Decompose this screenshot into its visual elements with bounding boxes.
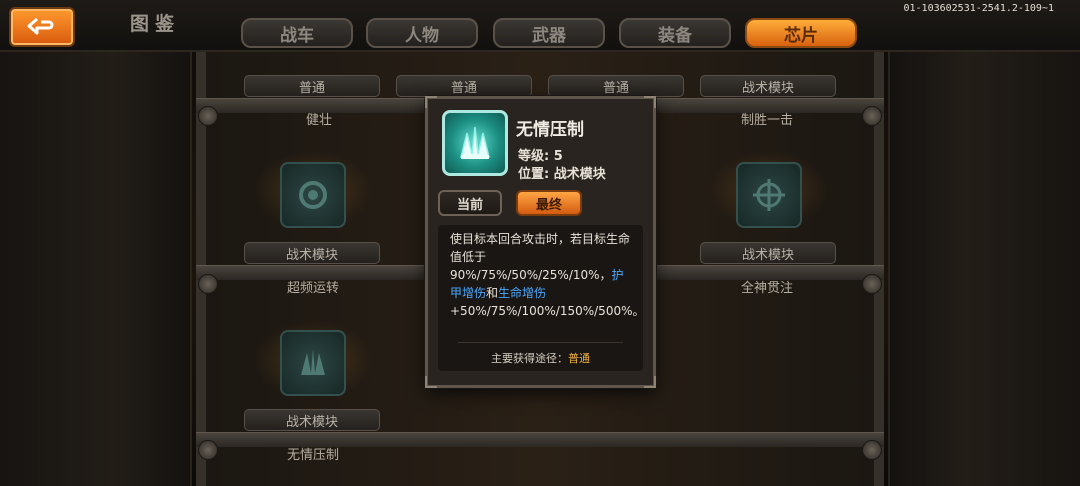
bolt [862,440,882,460]
chip-cell-icon[interactable] [736,162,802,228]
grid-cell-name: 制胜一击 [740,113,793,128]
grid-cell-name: 无情压制 [286,448,339,463]
chip-detail-popup: 无情压制 等级: 5 位置: 战术模块 当前 最终 使目标本回合攻击时，若目标生… [425,96,656,388]
chip-name: 无情压制 [516,120,584,140]
claw-chip-icon [301,349,325,375]
chip-cell-icon[interactable] [280,162,346,228]
chip-icon [442,110,508,176]
grid-cell-label[interactable]: 战术模块 [700,242,836,264]
right-wall [888,40,1080,486]
grid-cell-label[interactable]: 普通 [244,75,380,97]
chip-slot: 位置: 战术模块 [518,167,606,182]
bolt [862,274,882,294]
grid-cell-label[interactable]: 战术模块 [244,409,380,431]
chip-level: 等级: 5 [518,149,563,164]
popup-corner [644,376,656,388]
source-value: 普通 [568,352,590,365]
popup-corner [425,96,437,108]
popup-corner [425,376,437,388]
build-version: 01-103602531-2541.2-109~1 [903,3,1054,14]
grid-cell-label[interactable]: 战术模块 [700,75,836,97]
description-text: +50%/75%/100%/150%/500%。 [450,304,645,318]
source-label: 主要获得途径： [491,352,568,365]
left-wall [0,40,192,486]
grid-cell-name: 健壮 [305,113,332,128]
tab-chip[interactable]: 芯片 [745,18,857,48]
grid-cell-name: 超频运转 [286,281,339,296]
tab-equipment[interactable]: 装备 [619,18,731,48]
chip-description: 使目标本回合攻击时，若目标生命值低于90%/75%/50%/25%/10%，护甲… [450,230,645,320]
bolt [862,106,882,126]
back-button[interactable] [9,7,75,47]
chip-cell-icon[interactable] [280,330,346,396]
tab-weapon[interactable]: 武器 [493,18,605,48]
description-box: 使目标本回合攻击时，若目标生命值低于90%/75%/50%/25%/10%，护甲… [438,225,645,371]
grid-cell-name: 全神贯注 [740,281,793,296]
page-title: 图鉴 [130,13,181,35]
bolt [198,106,218,126]
description-text: 和 [486,286,499,300]
hp-damage-keyword: 生命增伤 [498,286,547,300]
tab-vehicle[interactable]: 战车 [241,18,353,48]
grid-cell-label[interactable]: 普通 [548,75,684,97]
final-level-button[interactable]: 最终 [516,190,582,216]
bolt [198,274,218,294]
divider [458,342,623,343]
grid-cell-label[interactable]: 普通 [396,75,532,97]
bolt [198,440,218,460]
current-level-button[interactable]: 当前 [438,190,502,216]
crosshair-chip-icon [753,179,785,211]
description-text: 使目标本回合攻击时，若目标生命值低于90%/75%/50%/25%/10%， [450,232,631,282]
tab-character[interactable]: 人物 [366,18,478,48]
popup-corner [644,96,656,108]
back-arrow-icon [27,17,54,35]
grid-cell-label[interactable]: 战术模块 [244,242,380,264]
acquisition-source: 主要获得途径：普通 [438,350,643,366]
gear-chip-icon [299,181,327,209]
claw-chip-icon [460,126,490,159]
